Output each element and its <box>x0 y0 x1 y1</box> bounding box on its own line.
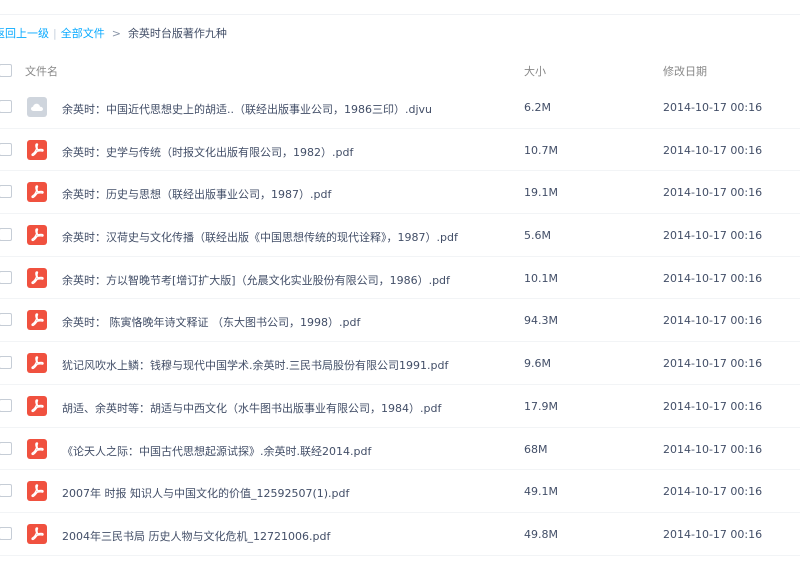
pdf-icon <box>27 353 47 374</box>
pdf-icon <box>27 310 47 331</box>
pdf-icon <box>27 182 47 203</box>
header-size[interactable]: 大小 <box>524 63 546 79</box>
table-header: 文件名 大小 修改日期 <box>0 58 800 82</box>
file-name-link[interactable]: 胡适、余英时等：胡适与中西文化（水牛图书出版事业有限公司，1984）.pdf <box>62 400 512 416</box>
file-size: 17.9M <box>524 399 558 413</box>
file-name-link[interactable]: 余英时：历史与思想（联经出版事业公司，1987）.pdf <box>62 186 512 202</box>
breadcrumb-separator: | <box>53 26 57 40</box>
file-modified-date: 2014-10-17 00:16 <box>663 442 763 456</box>
file-size: 9.6M <box>524 357 551 371</box>
file-row[interactable]: 余英时：方以智晚节考[增订扩大版]（允晨文化实业股份有限公司，1986）.pdf… <box>0 257 800 300</box>
pdf-icon <box>27 225 47 246</box>
row-checkbox[interactable] <box>0 484 12 498</box>
select-all-checkbox[interactable] <box>0 64 12 77</box>
current-folder: 余英时台版著作九种 <box>127 27 227 40</box>
file-row[interactable]: 余英时：史学与传统（时报文化出版有限公司，1982）.pdf 10.7M 2014-… <box>0 129 800 172</box>
pdf-icon <box>27 523 47 544</box>
file-modified-date: 2014-10-17 00:16 <box>663 186 763 200</box>
file-modified-date: 2014-10-17 00:16 <box>663 314 763 328</box>
file-name-link[interactable]: 余英时：汉荷史与文化传播（联经出版《中国思想传统的现代诠释》，1987）.pdf <box>62 229 512 245</box>
file-name-link[interactable]: 《论天人之际：中国古代思想起源试探》.余英时.联经2014.pdf <box>62 443 512 459</box>
breadcrumb: 返回上一级 | 全部文件 > 余英时台版著作九种 <box>0 25 227 41</box>
file-list: 余英时：中国近代思想史上的胡适..（联经出版事业公司，1986三印）.djvu 6… <box>0 86 800 556</box>
file-modified-date: 2014-10-17 00:16 <box>663 357 763 371</box>
row-checkbox[interactable] <box>0 142 12 156</box>
header-filename[interactable]: 文件名 <box>25 63 58 79</box>
file-size: 49.1M <box>524 485 558 499</box>
file-name-link[interactable]: 2004年三民书局 历史人物与文化危机_12721006.pdf <box>62 528 512 544</box>
file-size: 68M <box>524 442 548 456</box>
pdf-icon <box>27 395 47 416</box>
row-checkbox[interactable] <box>0 228 12 242</box>
file-name-link[interactable]: 犹记风吹水上鳞：钱穆与现代中国学术.余英时.三民书局股份有限公司1991.pdf <box>62 357 512 373</box>
file-modified-date: 2014-10-17 00:16 <box>663 527 763 541</box>
row-checkbox[interactable] <box>0 100 12 113</box>
row-checkbox[interactable] <box>0 185 12 199</box>
cloud-file-icon <box>27 97 47 117</box>
file-row[interactable]: 《论天人之际：中国古代思想起源试探》.余英时.联经2014.pdf 68M 2014… <box>0 428 800 471</box>
row-checkbox[interactable] <box>0 313 12 327</box>
row-checkbox[interactable] <box>0 398 12 412</box>
pdf-icon <box>27 139 47 160</box>
file-modified-date: 2014-10-17 00:16 <box>663 271 763 285</box>
top-divider <box>0 14 800 15</box>
row-checkbox[interactable] <box>0 441 12 455</box>
file-browser: 返回上一级 | 全部文件 > 余英时台版著作九种 文件名 大小 修改日期 余英时… <box>0 0 800 577</box>
pdf-icon <box>27 267 47 288</box>
pdf-icon <box>27 481 47 502</box>
file-size: 49.8M <box>524 527 558 541</box>
row-checkbox[interactable] <box>0 270 12 284</box>
file-row[interactable]: 2007年 时报 知识人与中国文化的价值_12592507(1).pdf 49.1… <box>0 470 800 513</box>
file-size: 6.2M <box>524 101 551 114</box>
file-size: 10.7M <box>524 143 558 157</box>
file-row[interactable]: 余英时：汉荷史与文化传播（联经出版《中国思想传统的现代诠释》，1987）.pdf… <box>0 214 800 257</box>
file-modified-date: 2014-10-17 00:16 <box>663 101 763 114</box>
breadcrumb-arrow: > <box>111 26 121 40</box>
file-row[interactable]: 2004年三民书局 历史人物与文化危机_12721006.pdf 49.8M 201… <box>0 513 800 556</box>
file-modified-date: 2014-10-17 00:16 <box>663 399 763 413</box>
back-link[interactable]: 返回上一级 <box>0 25 49 41</box>
file-row[interactable]: 胡适、余英时等：胡适与中西文化（水牛图书出版事业有限公司，1984）.pdf 17… <box>0 385 800 428</box>
file-name-link[interactable]: 余英时：方以智晚节考[增订扩大版]（允晨文化实业股份有限公司，1986）.pdf <box>62 272 512 288</box>
header-modified-date[interactable]: 修改日期 <box>663 63 707 79</box>
file-modified-date: 2014-10-17 00:16 <box>663 229 763 243</box>
file-row[interactable]: 余英时：中国近代思想史上的胡适..（联经出版事业公司，1986三印）.djvu 6… <box>0 86 800 129</box>
row-checkbox[interactable] <box>0 526 12 540</box>
file-size: 94.3M <box>524 314 558 328</box>
file-row[interactable]: 余英时： 陈寅恪晚年诗文释证 （东大图书公司，1998）.pdf 94.3M 201… <box>0 299 800 343</box>
pdf-icon <box>27 438 47 459</box>
all-files-link[interactable]: 全部文件 <box>61 25 105 41</box>
file-modified-date: 2014-10-17 00:16 <box>663 143 763 157</box>
file-name-link[interactable]: 余英时： 陈寅恪晚年诗文释证 （东大图书公司，1998）.pdf <box>62 314 512 330</box>
file-row[interactable]: 犹记风吹水上鳞：钱穆与现代中国学术.余英时.三民书局股份有限公司1991.pdf… <box>0 342 800 385</box>
file-modified-date: 2014-10-17 00:16 <box>663 485 763 499</box>
row-checkbox[interactable] <box>0 356 12 370</box>
file-size: 19.1M <box>524 186 558 200</box>
file-row[interactable]: 余英时：历史与思想（联经出版事业公司，1987）.pdf 19.1M 2014-10… <box>0 171 800 215</box>
file-size: 5.6M <box>524 229 551 243</box>
file-name-link[interactable]: 余英时：史学与传统（时报文化出版有限公司，1982）.pdf <box>62 144 512 160</box>
file-size: 10.1M <box>524 271 558 285</box>
file-name-link[interactable]: 余英时：中国近代思想史上的胡适..（联经出版事业公司，1986三印）.djvu <box>62 101 512 117</box>
file-name-link[interactable]: 2007年 时报 知识人与中国文化的价值_12592507(1).pdf <box>62 485 512 501</box>
